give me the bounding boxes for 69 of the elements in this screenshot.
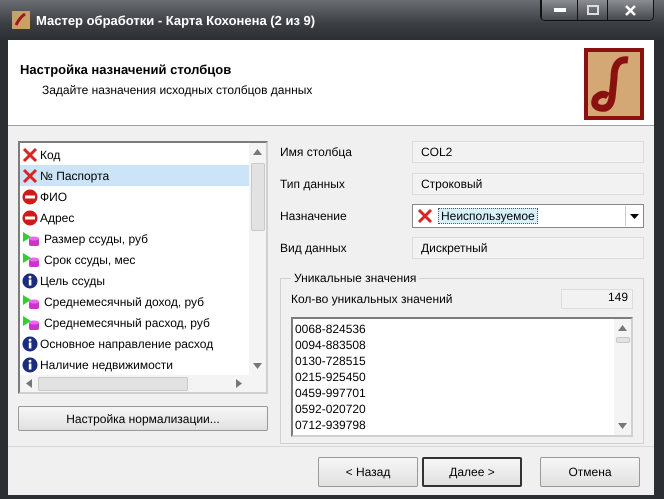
scrollbar-thumb[interactable] [250,163,264,231]
scroll-up-icon[interactable] [253,149,262,155]
column-list-item[interactable]: Размер ссуды, руб [20,228,249,249]
no-entry-icon [22,210,38,226]
vertical-scrollbar[interactable] [614,319,631,435]
scroll-down-icon[interactable] [618,423,627,429]
input-column-icon [22,230,42,246]
column-list-item[interactable]: Срок ссуды, мес [20,249,249,270]
scroll-right-icon[interactable] [236,379,242,388]
property-value: Дискретный [412,237,644,259]
no-entry-icon [22,188,38,204]
unique-value: 0592-020720 [295,401,367,417]
info-icon [22,336,38,352]
property-label: Назначение [280,209,348,223]
minimize-icon [554,8,566,12]
column-list-item[interactable]: Основное направление расход [20,333,249,354]
unique-value: 0712-939798 [295,417,367,433]
minimize-button[interactable] [541,0,577,20]
property-label: Имя столбца [280,145,353,159]
dropdown-arrow-icon [630,214,639,218]
vertical-scrollbar[interactable] [249,143,266,375]
scroll-left-icon[interactable] [26,379,32,388]
step-title: Настройка назначений столбцов [20,62,232,77]
scrollbar-thumb[interactable] [616,337,630,343]
unique-value: 0094-883508 [295,337,367,353]
horizontal-scrollbar[interactable] [20,375,266,392]
count-label: Кол-во уникальных значений [291,292,453,306]
wizard-button[interactable]: Далее > [422,457,522,487]
cross-icon [22,146,38,162]
maximize-icon [586,5,598,15]
wizard-button[interactable]: Отмена [540,457,640,487]
column-list-item[interactable]: Среднемесячный доход, руб [20,291,249,312]
property-label: Вид данных [280,241,348,255]
input-column-icon [22,314,42,330]
count-value: 149 [561,289,633,309]
scrollbar-thumb[interactable] [38,376,188,390]
property-value: Строковый [412,173,644,195]
maximize-button[interactable] [577,0,607,20]
property-value: COL2 [412,141,644,163]
column-list-item[interactable]: № Паспорта [20,165,249,186]
cross-icon [417,208,433,224]
scroll-up-icon[interactable] [618,325,627,331]
scroll-down-icon[interactable] [253,363,262,369]
info-icon [22,272,38,288]
unique-value: 0130-728515 [295,353,367,369]
column-list-item[interactable]: Адрес [20,207,249,228]
property-label: Тип данных [280,177,346,191]
column-list-item[interactable]: Код [20,144,249,165]
column-list-item[interactable]: ФИО [20,186,249,207]
window-title: Мастер обработки - Карта Кохонена (2 из 9) [36,12,316,28]
normalization-button[interactable]: Настройка нормализации... [18,406,268,431]
column-list-item[interactable]: Среднемесячный расход, руб [20,312,249,333]
column-list-item[interactable]: Цель ссуды [20,270,249,291]
unique-value: 0068-824536 [295,321,367,337]
column-list-item[interactable]: Наличие недвижимости [20,354,249,375]
info-icon [22,356,38,372]
cross-icon [22,168,38,184]
close-button[interactable] [607,0,653,20]
pipe-logo-icon [584,48,644,120]
unique-value: 0459-997701 [295,385,367,401]
input-column-icon [22,252,42,268]
unique-value: 0215-925450 [295,369,367,385]
purpose-dropdown[interactable]: Неиспользуемое [412,204,644,228]
group-title: Уникальные значения [293,271,418,285]
step-subtitle: Задайте назначения исходных столбцов данных [41,83,314,97]
close-icon [625,4,636,16]
wizard-button[interactable]: < Назад [318,457,418,487]
input-column-icon [22,294,42,310]
pipe-logo-icon [12,11,30,29]
